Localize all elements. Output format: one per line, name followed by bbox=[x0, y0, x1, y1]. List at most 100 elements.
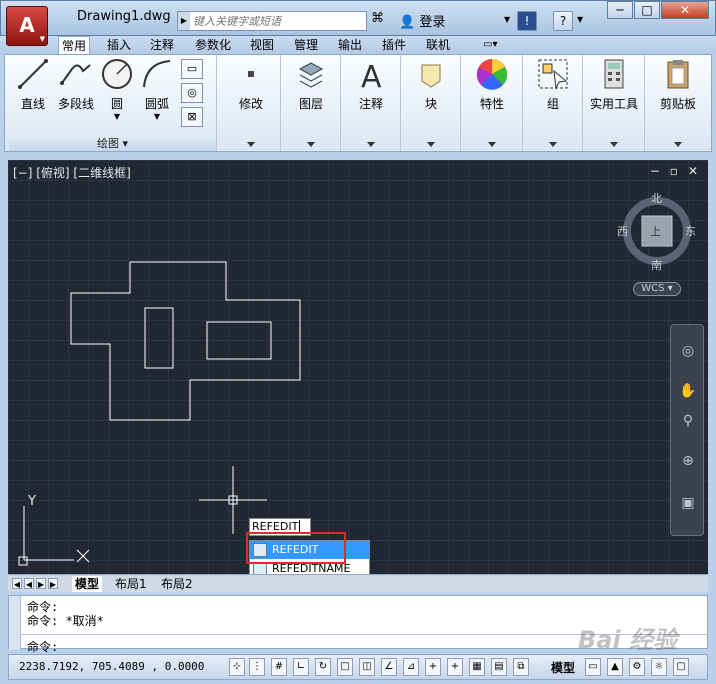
application-menu-button[interactable]: A ▼ bbox=[6, 6, 48, 46]
arc-tool[interactable]: 圆弧 ▼ bbox=[139, 55, 175, 121]
model-space-button[interactable]: 模型 bbox=[551, 659, 575, 676]
compass-west-label[interactable]: 西 bbox=[617, 223, 628, 239]
chevron-down-icon[interactable] bbox=[366, 142, 375, 147]
polar-tracking-icon[interactable]: ↻ bbox=[315, 658, 331, 676]
wcs-dropdown[interactable]: WCS ▾ bbox=[633, 282, 681, 296]
3d-object-snap-icon[interactable]: ◫ bbox=[359, 658, 375, 676]
exchange-icon[interactable]: ! bbox=[517, 11, 537, 31]
tab-annotate[interactable]: 注释 bbox=[147, 36, 177, 54]
dynamic-ucs-icon[interactable]: ⊿ bbox=[403, 658, 419, 676]
zoom-icon[interactable]: ⚲ bbox=[678, 413, 698, 433]
steering-wheel-icon[interactable]: ◎ bbox=[678, 343, 698, 363]
utilities-panel[interactable]: 实用工具 bbox=[583, 55, 645, 151]
tab-layout2[interactable]: 布局2 bbox=[158, 576, 196, 592]
layers-panel[interactable]: 图层 bbox=[281, 55, 341, 151]
chevron-down-icon[interactable] bbox=[674, 142, 682, 147]
lock-icon[interactable]: ☼ bbox=[651, 658, 667, 676]
search-expand-icon[interactable]: ▶ bbox=[178, 12, 190, 30]
hatch-icon[interactable]: ◎ bbox=[181, 83, 203, 103]
last-layout-icon[interactable]: ▶ bbox=[48, 578, 58, 589]
maximize-button[interactable]: □ bbox=[634, 1, 660, 19]
quick-properties-icon[interactable]: ▤ bbox=[491, 658, 507, 676]
next-layout-icon[interactable]: ▶ bbox=[36, 578, 46, 589]
quick-view-layouts-icon[interactable]: ▭ bbox=[585, 658, 601, 676]
clipboard-panel[interactable]: 剪贴板 bbox=[645, 55, 711, 151]
tab-view[interactable]: 视图 bbox=[247, 36, 277, 54]
object-snap-icon[interactable]: □ bbox=[337, 658, 353, 676]
login-dropdown-icon[interactable]: ▼ bbox=[504, 15, 510, 24]
ortho-mode-icon[interactable]: ∟ bbox=[293, 658, 309, 676]
line-tool[interactable]: 直线 bbox=[13, 55, 53, 112]
selection-cycling-icon[interactable]: ⧉ bbox=[513, 658, 529, 676]
chevron-down-icon[interactable] bbox=[426, 142, 435, 147]
transparency-icon[interactable]: ▦ bbox=[469, 658, 485, 676]
object-snap-tracking-icon[interactable]: ∠ bbox=[381, 658, 397, 676]
modify-tool[interactable]: 修改 bbox=[221, 55, 281, 112]
compass-south-label[interactable]: 南 bbox=[651, 257, 662, 273]
compass-east-label[interactable]: 东 bbox=[685, 223, 696, 239]
block-panel[interactable]: 块 bbox=[401, 55, 461, 151]
chevron-down-icon[interactable] bbox=[306, 142, 315, 147]
ribbon-options-icon[interactable]: ▭▾ bbox=[480, 36, 500, 54]
showmotion-icon[interactable]: ▣ bbox=[678, 495, 698, 515]
chevron-down-icon[interactable] bbox=[246, 142, 255, 147]
chevron-down-icon[interactable] bbox=[487, 142, 496, 147]
chevron-down-icon[interactable] bbox=[609, 142, 618, 147]
tab-home[interactable]: 常用 bbox=[58, 36, 91, 54]
help-button[interactable]: ? bbox=[553, 11, 573, 31]
tab-manage[interactable]: 管理 bbox=[291, 36, 321, 54]
tab-plugins[interactable]: 插件 bbox=[379, 36, 409, 54]
group-panel[interactable]: 组 bbox=[523, 55, 583, 151]
command-prompt[interactable]: 命令: bbox=[27, 638, 58, 655]
compass-north-label[interactable]: 北 bbox=[651, 190, 662, 206]
viewcube-top-face[interactable]: 上 bbox=[650, 223, 661, 239]
polyline-tool[interactable]: 多段线 bbox=[55, 55, 97, 112]
tab-parametric[interactable]: 参数化 bbox=[192, 36, 234, 54]
layers-tool[interactable]: 图层 bbox=[281, 55, 341, 112]
coordinate-readout[interactable]: 2238.7192, 705.4089 , 0.0000 bbox=[19, 660, 204, 673]
binoculars-icon[interactable]: ⌘ bbox=[371, 11, 384, 26]
minimize-button[interactable]: ─ bbox=[607, 1, 633, 19]
clipboard-tool[interactable]: 剪贴板 bbox=[645, 55, 711, 112]
prev-layout-icon[interactable]: ◀ bbox=[24, 578, 34, 589]
login-button[interactable]: 👤 登录 bbox=[399, 11, 445, 30]
drawing-inner-rect-left[interactable] bbox=[144, 307, 174, 369]
drawing-viewport[interactable]: [−] [俯视] [二维线框] − ▫ ✕ Y 北 南 东 西 上 WCS ▾ … bbox=[8, 160, 708, 574]
tab-model[interactable]: 模型 bbox=[72, 576, 103, 592]
drawing-inner-rect-right[interactable] bbox=[206, 321, 272, 360]
tab-online[interactable]: 联机 bbox=[423, 36, 453, 54]
first-layout-icon[interactable]: ◀ bbox=[12, 578, 22, 589]
pan-hand-icon[interactable]: ✋ bbox=[678, 383, 698, 403]
drawing-canvas[interactable] bbox=[8, 160, 708, 574]
dynamic-input-icon[interactable]: + bbox=[425, 658, 441, 676]
modify-panel[interactable]: 修改 bbox=[221, 55, 281, 151]
properties-panel[interactable]: 特性 bbox=[461, 55, 523, 151]
circle-tool[interactable]: 圆 ▼ bbox=[99, 55, 135, 121]
annotation-scale-icon[interactable]: ▲ bbox=[607, 658, 623, 676]
annotation-tool[interactable]: A 注释 bbox=[341, 55, 401, 112]
orbit-icon[interactable]: ⊕ bbox=[678, 453, 698, 473]
draw-panel-footer[interactable]: 绘图 ▾ bbox=[9, 137, 216, 151]
workspace-switching-icon[interactable]: ⚙ bbox=[629, 658, 645, 676]
tab-insert[interactable]: 插入 bbox=[104, 36, 134, 54]
search-input[interactable] bbox=[190, 14, 360, 28]
clean-screen-icon[interactable]: ▢ bbox=[673, 658, 689, 676]
block-tool[interactable]: 块 bbox=[401, 55, 461, 112]
chevron-down-icon[interactable]: ▼ bbox=[139, 112, 175, 121]
help-dropdown-icon[interactable]: ▼ bbox=[577, 15, 583, 24]
drawing-outline[interactable] bbox=[70, 261, 301, 421]
close-button[interactable]: ✕ bbox=[661, 1, 709, 19]
region-icon[interactable]: ⊠ bbox=[181, 107, 203, 127]
annotation-panel[interactable]: A 注释 bbox=[341, 55, 401, 151]
chevron-down-icon[interactable] bbox=[548, 142, 557, 147]
tab-layout1[interactable]: 布局1 bbox=[112, 576, 150, 592]
group-tool[interactable]: 组 bbox=[523, 55, 583, 112]
tab-output[interactable]: 输出 bbox=[335, 36, 365, 54]
snap-mode-icon[interactable]: ⋮ bbox=[249, 658, 265, 676]
lineweight-icon[interactable]: + bbox=[447, 658, 463, 676]
grid-display-icon[interactable]: # bbox=[271, 658, 287, 676]
chevron-down-icon[interactable]: ▼ bbox=[99, 112, 135, 121]
command-line-grip[interactable] bbox=[9, 596, 21, 650]
rectangle-icon[interactable]: ▭ bbox=[181, 59, 203, 79]
utilities-tool[interactable]: 实用工具 bbox=[583, 55, 645, 112]
